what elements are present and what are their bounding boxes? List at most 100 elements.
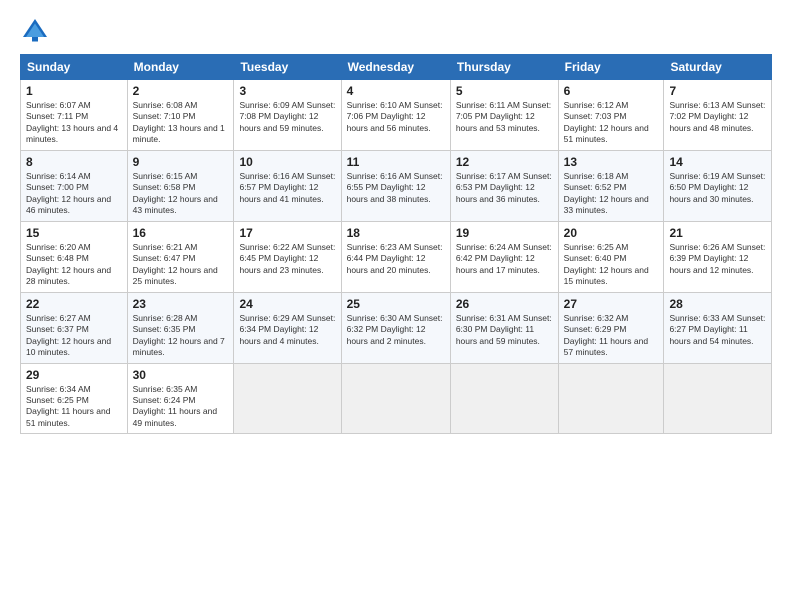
day-number: 20 — [564, 226, 659, 240]
page: SundayMondayTuesdayWednesdayThursdayFrid… — [0, 0, 792, 612]
day-info: Sunrise: 6:28 AM Sunset: 6:35 PM Dayligh… — [133, 313, 229, 359]
calendar-cell: 6 Sunrise: 6:12 AM Sunset: 7:03 PM Daylig… — [558, 80, 664, 151]
day-number: 21 — [669, 226, 766, 240]
day-info: Sunrise: 6:31 AM Sunset: 6:30 PM Dayligh… — [456, 313, 553, 347]
calendar-cell: 1 Sunrise: 6:07 AM Sunset: 7:11 PM Daylig… — [21, 80, 128, 151]
calendar-cell: 9 Sunrise: 6:15 AM Sunset: 6:58 PM Daylig… — [127, 150, 234, 221]
col-header-thursday: Thursday — [450, 55, 558, 80]
calendar-cell: 27 Sunrise: 6:32 AM Sunset: 6:29 PM Dayli… — [558, 292, 664, 363]
day-number: 9 — [133, 155, 229, 169]
day-number: 18 — [347, 226, 445, 240]
calendar-cell: 24 Sunrise: 6:29 AM Sunset: 6:34 PM Dayli… — [234, 292, 341, 363]
calendar-cell: 29 Sunrise: 6:34 AM Sunset: 6:25 PM Dayli… — [21, 363, 128, 434]
day-number: 4 — [347, 84, 445, 98]
calendar-cell — [558, 363, 664, 434]
day-info: Sunrise: 6:07 AM Sunset: 7:11 PM Dayligh… — [26, 100, 122, 146]
col-header-friday: Friday — [558, 55, 664, 80]
day-info: Sunrise: 6:20 AM Sunset: 6:48 PM Dayligh… — [26, 242, 122, 288]
day-number: 12 — [456, 155, 553, 169]
calendar-cell — [341, 363, 450, 434]
day-info: Sunrise: 6:10 AM Sunset: 7:06 PM Dayligh… — [347, 100, 445, 134]
day-info: Sunrise: 6:09 AM Sunset: 7:08 PM Dayligh… — [239, 100, 335, 134]
calendar-cell: 28 Sunrise: 6:33 AM Sunset: 6:27 PM Dayli… — [664, 292, 772, 363]
day-info: Sunrise: 6:24 AM Sunset: 6:42 PM Dayligh… — [456, 242, 553, 276]
logo — [20, 16, 54, 46]
day-number: 13 — [564, 155, 659, 169]
day-info: Sunrise: 6:11 AM Sunset: 7:05 PM Dayligh… — [456, 100, 553, 134]
calendar-cell: 21Sunrise: 6:26 AM Sunset: 6:39 PM Dayli… — [664, 221, 772, 292]
day-info: Sunrise: 6:14 AM Sunset: 7:00 PM Dayligh… — [26, 171, 122, 217]
col-header-monday: Monday — [127, 55, 234, 80]
calendar-week-row: 29 Sunrise: 6:34 AM Sunset: 6:25 PM Dayli… — [21, 363, 772, 434]
calendar-cell — [450, 363, 558, 434]
calendar-cell: 3 Sunrise: 6:09 AM Sunset: 7:08 PM Daylig… — [234, 80, 341, 151]
calendar-cell: 25Sunrise: 6:30 AM Sunset: 6:32 PM Dayli… — [341, 292, 450, 363]
day-info: Sunrise: 6:27 AM Sunset: 6:37 PM Dayligh… — [26, 313, 122, 359]
calendar-cell: 15Sunrise: 6:20 AM Sunset: 6:48 PM Dayli… — [21, 221, 128, 292]
day-number: 29 — [26, 368, 122, 382]
day-info: Sunrise: 6:16 AM Sunset: 6:55 PM Dayligh… — [347, 171, 445, 205]
day-number: 28 — [669, 297, 766, 311]
calendar-cell: 2 Sunrise: 6:08 AM Sunset: 7:10 PM Daylig… — [127, 80, 234, 151]
calendar-cell: 8 Sunrise: 6:14 AM Sunset: 7:00 PM Daylig… — [21, 150, 128, 221]
day-number: 22 — [26, 297, 122, 311]
calendar-cell: 18 Sunrise: 6:23 AM Sunset: 6:44 PM Dayli… — [341, 221, 450, 292]
day-number: 10 — [239, 155, 335, 169]
day-number: 2 — [133, 84, 229, 98]
day-info: Sunrise: 6:25 AM Sunset: 6:40 PM Dayligh… — [564, 242, 659, 288]
calendar-cell: 16 Sunrise: 6:21 AM Sunset: 6:47 PM Dayli… — [127, 221, 234, 292]
day-info: Sunrise: 6:23 AM Sunset: 6:44 PM Dayligh… — [347, 242, 445, 276]
day-info: Sunrise: 6:17 AM Sunset: 6:53 PM Dayligh… — [456, 171, 553, 205]
calendar-week-row: 22 Sunrise: 6:27 AM Sunset: 6:37 PM Dayli… — [21, 292, 772, 363]
day-number: 6 — [564, 84, 659, 98]
calendar-cell: 14Sunrise: 6:19 AM Sunset: 6:50 PM Dayli… — [664, 150, 772, 221]
day-number: 1 — [26, 84, 122, 98]
calendar-cell: 20 Sunrise: 6:25 AM Sunset: 6:40 PM Dayli… — [558, 221, 664, 292]
day-number: 5 — [456, 84, 553, 98]
header — [20, 16, 772, 46]
day-info: Sunrise: 6:33 AM Sunset: 6:27 PM Dayligh… — [669, 313, 766, 347]
calendar-cell: 11 Sunrise: 6:16 AM Sunset: 6:55 PM Dayli… — [341, 150, 450, 221]
calendar-cell: 19 Sunrise: 6:24 AM Sunset: 6:42 PM Dayli… — [450, 221, 558, 292]
calendar-cell: 23 Sunrise: 6:28 AM Sunset: 6:35 PM Dayli… — [127, 292, 234, 363]
day-info: Sunrise: 6:16 AM Sunset: 6:57 PM Dayligh… — [239, 171, 335, 205]
day-info: Sunrise: 6:29 AM Sunset: 6:34 PM Dayligh… — [239, 313, 335, 347]
calendar-cell: 17Sunrise: 6:22 AM Sunset: 6:45 PM Dayli… — [234, 221, 341, 292]
day-number: 30 — [133, 368, 229, 382]
col-header-sunday: Sunday — [21, 55, 128, 80]
day-number: 27 — [564, 297, 659, 311]
calendar-week-row: 8 Sunrise: 6:14 AM Sunset: 7:00 PM Daylig… — [21, 150, 772, 221]
day-number: 8 — [26, 155, 122, 169]
calendar-cell: 22 Sunrise: 6:27 AM Sunset: 6:37 PM Dayli… — [21, 292, 128, 363]
day-info: Sunrise: 6:08 AM Sunset: 7:10 PM Dayligh… — [133, 100, 229, 146]
day-info: Sunrise: 6:13 AM Sunset: 7:02 PM Dayligh… — [669, 100, 766, 134]
day-number: 19 — [456, 226, 553, 240]
calendar-cell — [664, 363, 772, 434]
logo-icon — [20, 16, 50, 46]
day-number: 23 — [133, 297, 229, 311]
calendar-table: SundayMondayTuesdayWednesdayThursdayFrid… — [20, 54, 772, 434]
day-info: Sunrise: 6:34 AM Sunset: 6:25 PM Dayligh… — [26, 384, 122, 430]
calendar-header-row: SundayMondayTuesdayWednesdayThursdayFrid… — [21, 55, 772, 80]
calendar-cell: 26Sunrise: 6:31 AM Sunset: 6:30 PM Dayli… — [450, 292, 558, 363]
calendar-cell: 30Sunrise: 6:35 AM Sunset: 6:24 PM Dayli… — [127, 363, 234, 434]
calendar-cell — [234, 363, 341, 434]
day-number: 24 — [239, 297, 335, 311]
day-number: 3 — [239, 84, 335, 98]
col-header-wednesday: Wednesday — [341, 55, 450, 80]
day-number: 11 — [347, 155, 445, 169]
calendar-cell: 7Sunrise: 6:13 AM Sunset: 7:02 PM Daylig… — [664, 80, 772, 151]
calendar-cell: 12 Sunrise: 6:17 AM Sunset: 6:53 PM Dayli… — [450, 150, 558, 221]
day-info: Sunrise: 6:12 AM Sunset: 7:03 PM Dayligh… — [564, 100, 659, 146]
calendar-cell: 4 Sunrise: 6:10 AM Sunset: 7:06 PM Daylig… — [341, 80, 450, 151]
day-number: 16 — [133, 226, 229, 240]
day-info: Sunrise: 6:15 AM Sunset: 6:58 PM Dayligh… — [133, 171, 229, 217]
calendar-cell: 10 Sunrise: 6:16 AM Sunset: 6:57 PM Dayli… — [234, 150, 341, 221]
day-info: Sunrise: 6:19 AM Sunset: 6:50 PM Dayligh… — [669, 171, 766, 205]
col-header-saturday: Saturday — [664, 55, 772, 80]
calendar-cell: 13 Sunrise: 6:18 AM Sunset: 6:52 PM Dayli… — [558, 150, 664, 221]
day-info: Sunrise: 6:21 AM Sunset: 6:47 PM Dayligh… — [133, 242, 229, 288]
day-info: Sunrise: 6:18 AM Sunset: 6:52 PM Dayligh… — [564, 171, 659, 217]
day-info: Sunrise: 6:32 AM Sunset: 6:29 PM Dayligh… — [564, 313, 659, 359]
day-info: Sunrise: 6:30 AM Sunset: 6:32 PM Dayligh… — [347, 313, 445, 347]
